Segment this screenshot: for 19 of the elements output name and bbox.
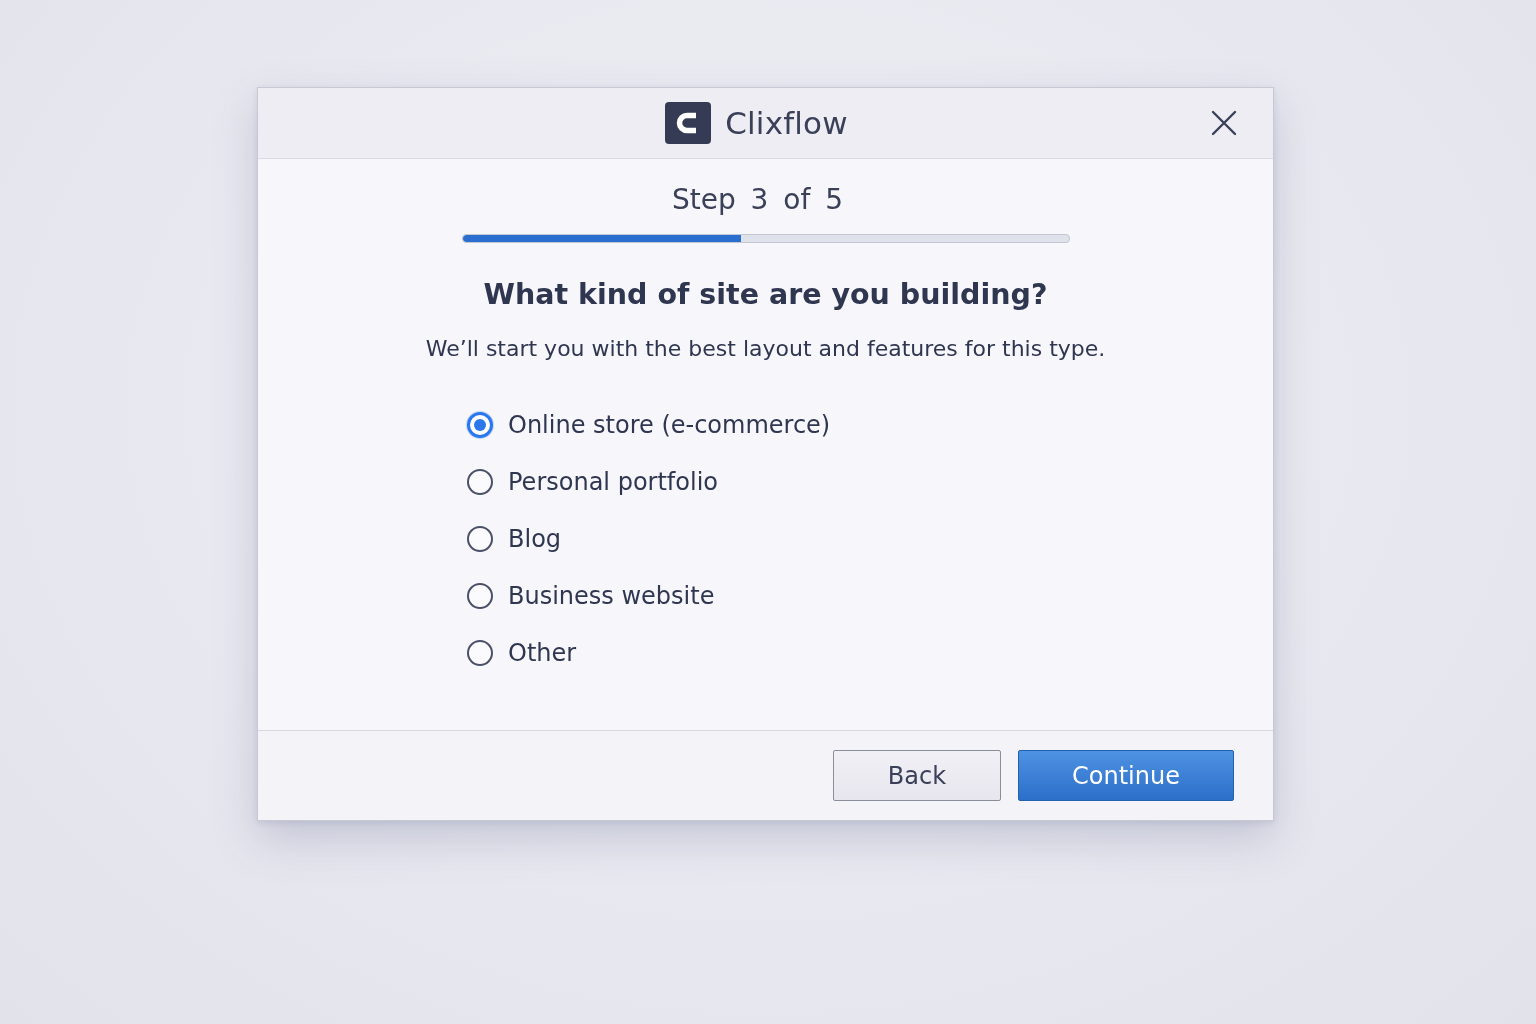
- radio-button[interactable]: [467, 639, 493, 666]
- step-label: Step 3 of 5: [671, 182, 844, 218]
- app-title: Clixflow: [725, 105, 848, 141]
- option-label[interactable]: Blog: [508, 524, 562, 553]
- question-subtitle: We’ll start you with the best layout and features for this type.: [425, 335, 1106, 363]
- continue-button[interactable]: Continue: [1018, 750, 1234, 801]
- logo-icon: [665, 102, 712, 144]
- option-label[interactable]: Business website: [508, 581, 715, 610]
- back-button[interactable]: Back: [833, 750, 1001, 801]
- option-label[interactable]: Online store (e-commerce): [508, 410, 831, 439]
- option-label[interactable]: Other: [508, 638, 577, 667]
- radio-button[interactable]: [467, 411, 493, 438]
- option-label[interactable]: Personal portfolio: [508, 467, 718, 496]
- question-title: What kind of site are you building?: [483, 277, 1048, 313]
- close-button[interactable]: [1211, 110, 1237, 136]
- radio-button[interactable]: [467, 525, 493, 552]
- radio-button[interactable]: [467, 468, 493, 495]
- radio-button[interactable]: [467, 582, 493, 609]
- close-icon: [1211, 110, 1237, 136]
